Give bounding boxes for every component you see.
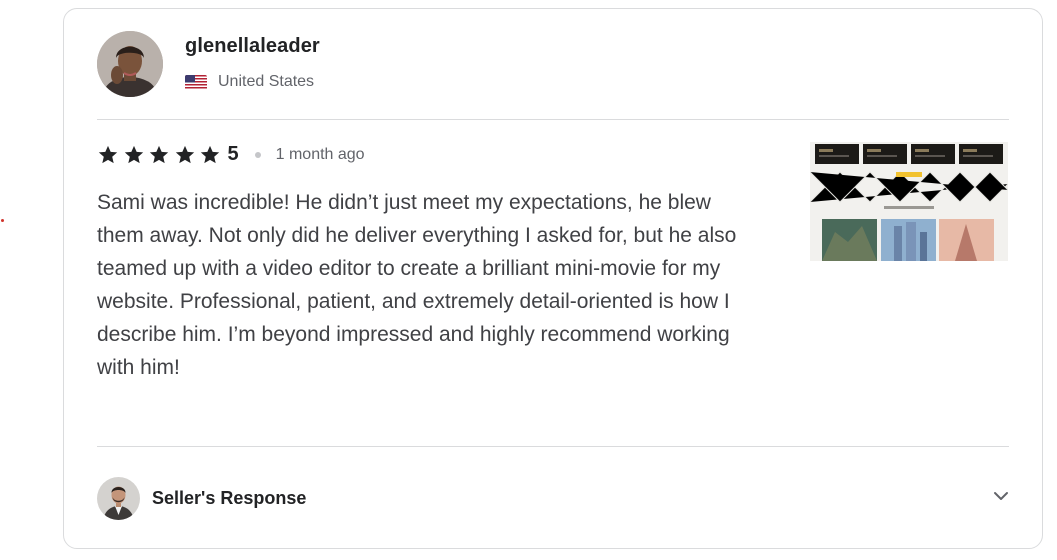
portfolio-thumbnail-image-icon[interactable] [810, 142, 1008, 261]
stray-red-dot [1, 219, 4, 222]
star-icon [149, 145, 169, 163]
chevron-down-icon[interactable] [991, 486, 1011, 506]
rating-row: 5 1 month ago [97, 143, 365, 166]
star-rating [97, 144, 225, 166]
seller-response-toggle[interactable]: Seller's Response [97, 476, 1011, 520]
us-flag-icon [185, 74, 207, 90]
review-card: glenellaleader United States 5 1 month a… [63, 8, 1043, 549]
user-avatar-photo-icon [97, 31, 163, 97]
reviewer-avatar[interactable] [97, 31, 163, 97]
seller-avatar [97, 476, 140, 520]
response-divider [97, 446, 1009, 447]
reviewer-header: glenellaleader United States [97, 31, 320, 97]
star-icon [98, 145, 118, 163]
reviewer-name[interactable]: glenellaleader [185, 35, 320, 58]
reviewer-country: United States [185, 73, 320, 91]
header-divider [97, 119, 1009, 120]
reviewer-info: glenellaleader United States [185, 31, 320, 91]
star-icon [200, 145, 220, 163]
country-name: United States [218, 73, 315, 90]
review-time: 1 month ago [275, 145, 365, 163]
review-text: Sami was incredible! He didn’t just meet… [97, 191, 737, 379]
seller-avatar-photo-icon [97, 476, 140, 520]
separator-dot [254, 151, 261, 158]
seller-response-label: Seller's Response [152, 487, 307, 508]
rating-score: 5 [227, 143, 239, 165]
star-icon [124, 145, 143, 163]
star-icon [175, 145, 194, 163]
